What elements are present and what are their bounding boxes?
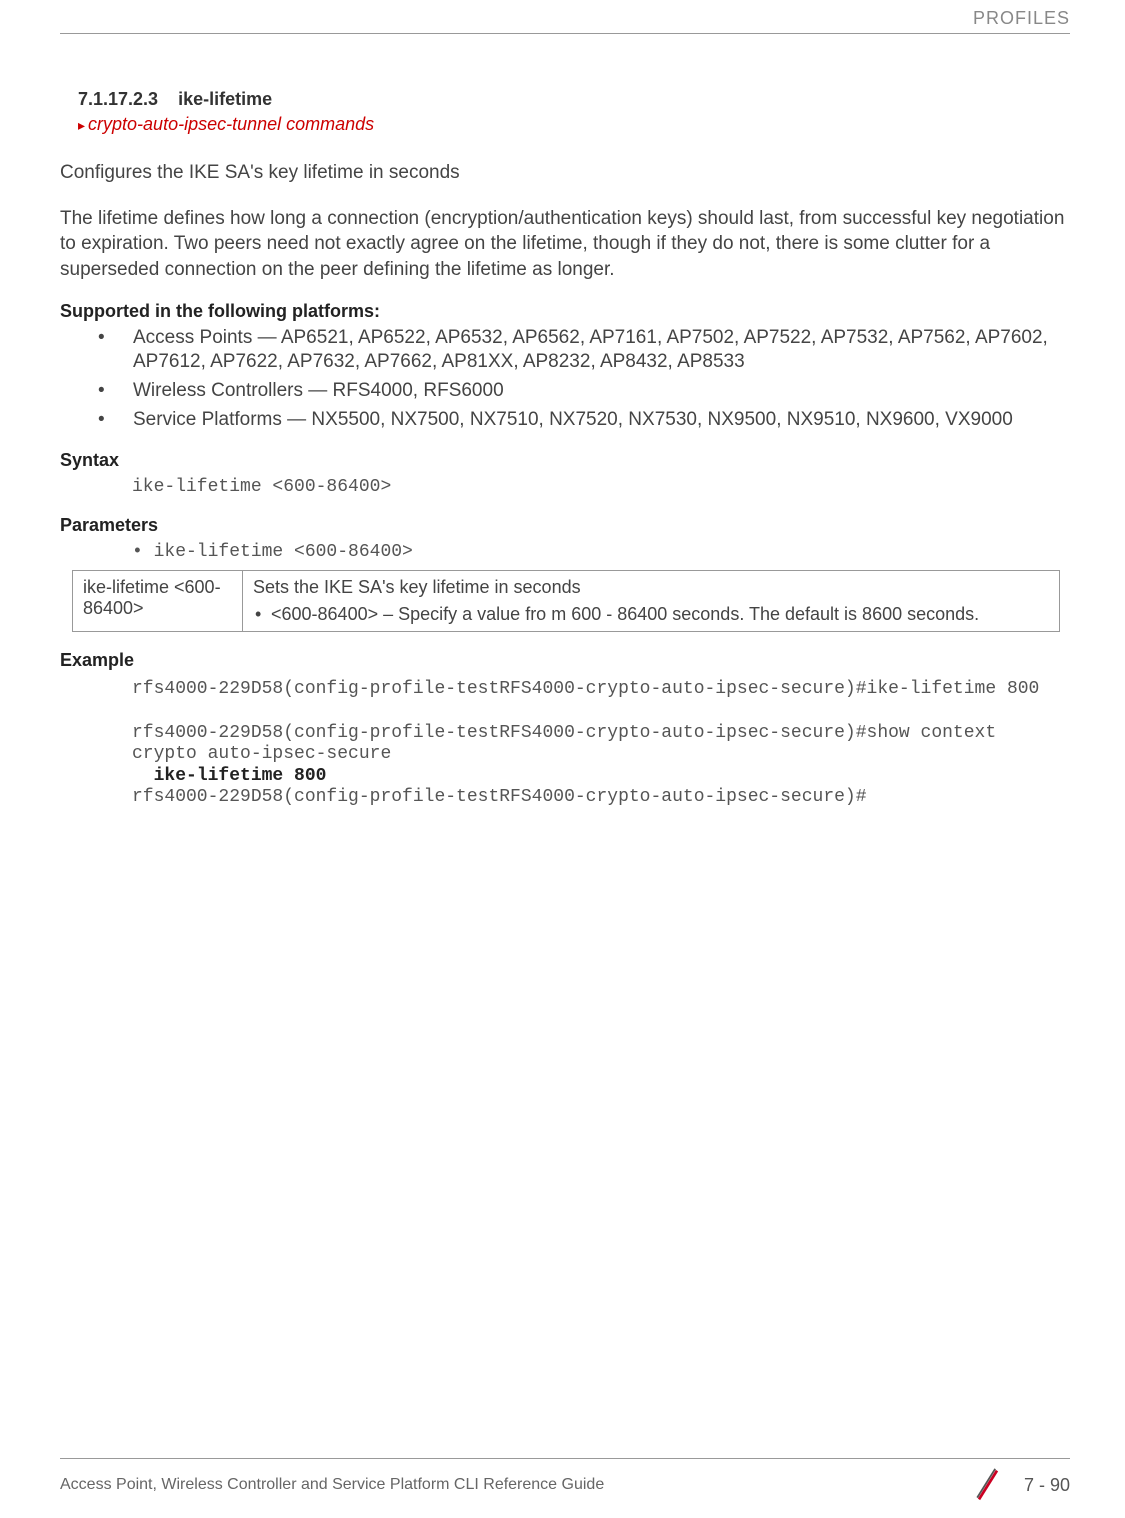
footer-guide-title: Access Point, Wireless Controller and Se… <box>60 1476 604 1494</box>
param-desc-cell: Sets the IKE SA's key lifetime in second… <box>243 571 1060 632</box>
example-line: rfs4000-229D58(config-profile-testRFS400… <box>132 723 996 743</box>
page-footer: Access Point, Wireless Controller and Se… <box>60 1458 1070 1503</box>
intro-paragraph-2: The lifetime defines how long a connecti… <box>60 206 1070 283</box>
header-divider <box>60 33 1070 34</box>
list-item: Service Platforms — NX5500, NX7500, NX75… <box>98 408 1070 433</box>
breadcrumb[interactable]: ▸crypto-auto-ipsec-tunnel commands <box>78 114 1070 135</box>
example-heading: Example <box>60 650 1070 671</box>
footer-page-number: 7 - 90 <box>1024 1475 1070 1496</box>
parameters-bullet: • ike-lifetime <600-86400> <box>132 542 1070 562</box>
example-line: rfs4000-229D58(config-profile-testRFS400… <box>132 679 1039 699</box>
param-desc-line1: Sets the IKE SA's key lifetime in second… <box>253 577 1049 598</box>
header-category: PROFILES <box>60 0 1070 33</box>
supported-list: Access Points — AP6521, AP6522, AP6532, … <box>60 326 1070 433</box>
example-line-bold: ike-lifetime 800 <box>132 766 326 786</box>
breadcrumb-text: crypto-auto-ipsec-tunnel commands <box>88 114 374 134</box>
parameters-table: ike-lifetime <600-86400> Sets the IKE SA… <box>72 570 1060 632</box>
parameters-heading: Parameters <box>60 515 1070 536</box>
section-heading: 7.1.17.2.3 ike-lifetime <box>78 89 1070 110</box>
section-title: ike-lifetime <box>178 89 272 109</box>
syntax-code: ike-lifetime <600-86400> <box>132 477 1070 497</box>
list-item: Access Points — AP6521, AP6522, AP6532, … <box>98 326 1070 375</box>
breadcrumb-arrow-icon: ▸ <box>78 117 85 133</box>
param-name-cell: ike-lifetime <600-86400> <box>73 571 243 632</box>
section-number: 7.1.17.2.3 <box>78 89 158 110</box>
param-desc-line2: <600-86400> – Specify a value fro m 600 … <box>253 604 1049 625</box>
slash-icon <box>970 1467 1006 1503</box>
intro-paragraph-1: Configures the IKE SA's key lifetime in … <box>60 160 1070 186</box>
example-line: rfs4000-229D58(config-profile-testRFS400… <box>132 787 867 807</box>
example-code: rfs4000-229D58(config-profile-testRFS400… <box>132 679 1070 809</box>
table-row: ike-lifetime <600-86400> Sets the IKE SA… <box>73 571 1060 632</box>
syntax-heading: Syntax <box>60 450 1070 471</box>
example-line: crypto auto-ipsec-secure <box>132 744 391 764</box>
list-item: Wireless Controllers — RFS4000, RFS6000 <box>98 379 1070 404</box>
supported-heading: Supported in the following platforms: <box>60 301 1070 322</box>
